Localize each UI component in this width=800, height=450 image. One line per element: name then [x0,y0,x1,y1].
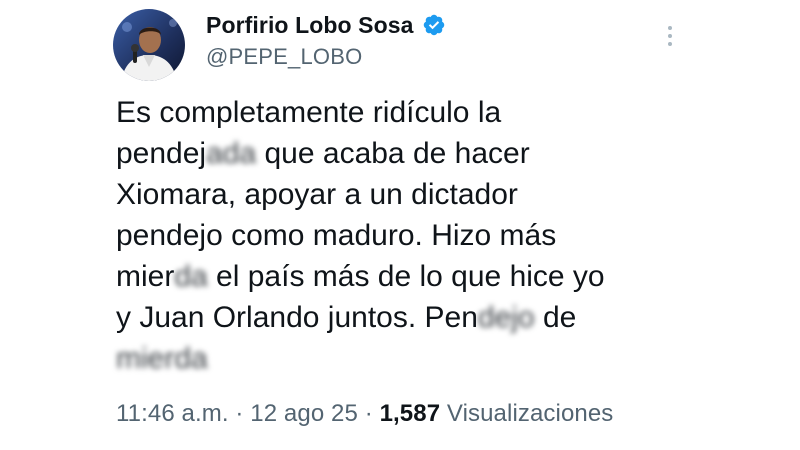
tweet-text-segment: que acaba de hacer [256,137,530,170]
views-label: Visualizaciones [440,400,614,427]
censored-word: da [174,260,208,293]
tweet-text-segment: de [534,301,577,334]
verified-badge-icon [422,13,446,37]
tweet-text-segment: Xiomara, apoyar a un dictador [116,178,518,211]
author-info: Porfirio Lobo Sosa @PEPE_LOBO [206,10,446,70]
tweet-text-segment: pendej [116,137,207,170]
tweet-text-line: Es completamente ridículo la [116,92,716,133]
tweet-meta: 11:46 a.m. · 12 ago 25 · 1,587 Visualiza… [116,400,613,428]
tweet-text-line: mierda [116,338,716,379]
views-count: 1,587 [379,400,441,427]
tweet-text-segment: y Juan Orlando juntos. Pen [116,301,478,334]
tweet-text-line: pendejada que acaba de hacer [116,133,716,174]
tweet-text-line: Xiomara, apoyar a un dictador [116,174,716,215]
more-vertical-icon[interactable] [656,20,684,52]
tweet-text-line: y Juan Orlando juntos. Pendejo de [116,297,716,338]
censored-word: ada [206,137,257,170]
tweet-text-segment: pendejo como maduro. Hizo más [116,219,557,252]
name-row: Porfirio Lobo Sosa [206,10,446,40]
meta-separator: · [228,400,251,427]
author-handle[interactable]: @PEPE_LOBO [206,44,446,70]
author-display-name[interactable]: Porfirio Lobo Sosa [206,12,414,39]
tweet-text-segment: Es completamente ridículo la [116,96,502,129]
tweet-time[interactable]: 11:46 a.m. [116,400,229,427]
censored-word: mierda [116,342,208,375]
censored-word: dejo [477,301,535,334]
tweet-card: Porfirio Lobo Sosa @PEPE_LOBO Es complet… [0,0,800,450]
tweet-text-line: pendejo como maduro. Hizo más [116,215,716,256]
tweet-text-segment: el país más de lo que hice yo [207,260,605,293]
tweet-date[interactable]: 12 ago 25 [250,400,358,427]
tweet-text: Es completamente ridículo la pendejada qu… [116,92,716,379]
avatar[interactable] [113,9,185,81]
tweet-text-line: mierda el país más de lo que hice yo [116,256,716,297]
tweet-text-segment: mier [116,260,175,293]
avatar-image [113,9,185,81]
meta-separator: · [357,400,380,427]
